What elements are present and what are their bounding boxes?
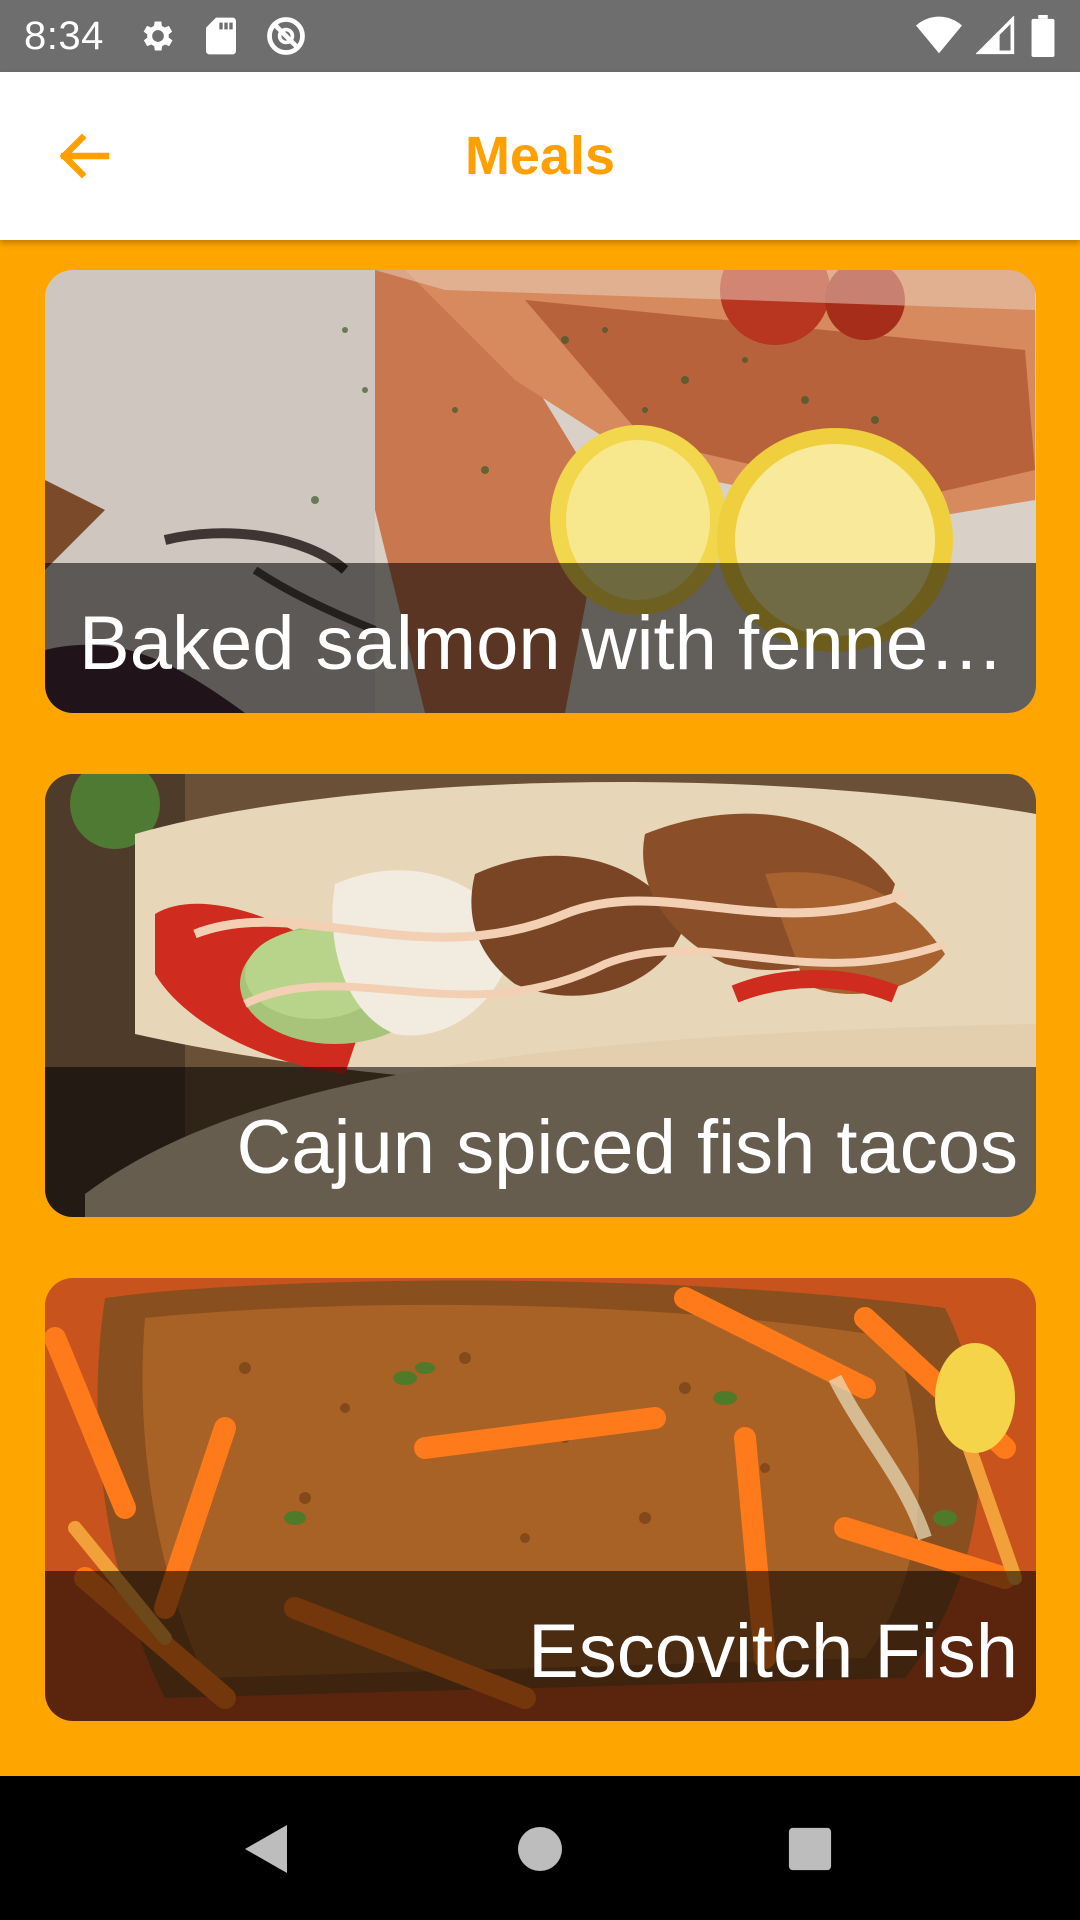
do-not-disturb-icon bbox=[264, 14, 308, 58]
screen: 8:34 Meals Baked salmon with fennel… Caj… bbox=[0, 0, 1080, 1920]
meal-name: Baked salmon with fennel… bbox=[79, 600, 1018, 686]
meal-card[interactable]: Baked salmon with fennel… bbox=[45, 270, 1036, 713]
home-circle-icon bbox=[516, 1825, 564, 1873]
page-title: Meals bbox=[464, 126, 616, 186]
meal-name: Escovitch Fish bbox=[528, 1608, 1018, 1694]
nav-back-button[interactable] bbox=[222, 1804, 312, 1894]
back-triangle-icon bbox=[243, 1823, 291, 1875]
settings-gear-icon bbox=[138, 16, 178, 56]
app-bar: Meals bbox=[0, 72, 1080, 240]
meal-card[interactable]: Cajun spiced fish tacos bbox=[45, 774, 1036, 1217]
cell-signal-icon bbox=[976, 16, 1016, 56]
nav-home-button[interactable] bbox=[495, 1804, 585, 1894]
system-nav-bar bbox=[0, 1776, 1080, 1920]
meal-caption: Baked salmon with fennel… bbox=[45, 563, 1036, 713]
nav-recents-button[interactable] bbox=[765, 1804, 855, 1894]
back-button[interactable] bbox=[40, 116, 130, 196]
wifi-icon bbox=[916, 16, 962, 56]
meal-caption: Escovitch Fish bbox=[45, 1571, 1036, 1721]
meals-list[interactable]: Baked salmon with fennel… Cajun spiced f… bbox=[0, 240, 1080, 1776]
sd-card-icon bbox=[204, 16, 238, 56]
recents-square-icon bbox=[787, 1826, 833, 1872]
status-right-icons bbox=[916, 15, 1056, 57]
status-time: 8:34 bbox=[24, 13, 104, 58]
meal-card[interactable]: Escovitch Fish bbox=[45, 1278, 1036, 1721]
status-left-icons bbox=[138, 14, 308, 58]
meal-caption: Cajun spiced fish tacos bbox=[45, 1067, 1036, 1217]
arrow-back-icon bbox=[58, 132, 112, 180]
status-bar: 8:34 bbox=[0, 0, 1080, 72]
battery-icon bbox=[1030, 15, 1056, 57]
meal-name: Cajun spiced fish tacos bbox=[236, 1104, 1018, 1190]
